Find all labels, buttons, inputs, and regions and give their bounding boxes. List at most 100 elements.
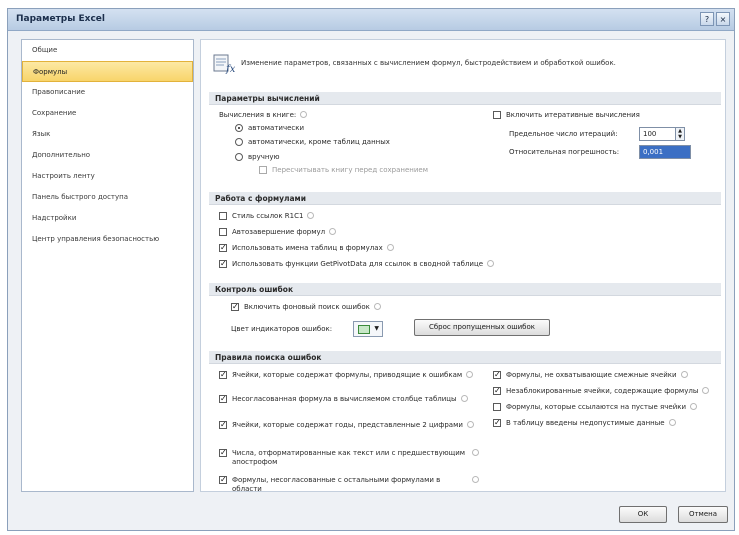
info-icon	[472, 476, 479, 483]
radio-automatic[interactable]: автоматически	[235, 124, 304, 132]
checkbox-label: Ячейки, которые содержат годы, представл…	[232, 421, 463, 429]
sidebar-item[interactable]: Панель быстрого доступа	[22, 187, 193, 208]
checkbox-label: Ячейки, которые содержат формулы, привод…	[232, 371, 463, 379]
sidebar-item[interactable]: Общие	[22, 40, 193, 61]
formulas-panel: fx Изменение параметров, связанных с выч…	[200, 39, 726, 492]
cancel-button[interactable]: Отмена	[678, 506, 728, 523]
checkbox-rule[interactable]: ✓ Числа, отформатированные как текст или …	[219, 449, 479, 467]
section-error-rules: Правила поиска ошибок	[209, 351, 721, 364]
checkbox-icon[interactable]: ✓	[219, 260, 227, 268]
checkbox-recalc-before-save[interactable]: Пересчитывать книгу перед сохранением	[259, 166, 428, 174]
sidebar-item[interactable]: Сохранение	[22, 103, 193, 124]
max-change-input[interactable]: 0,001	[639, 145, 691, 159]
radio-icon[interactable]	[235, 153, 243, 161]
checkbox-icon[interactable]	[493, 403, 501, 411]
checkbox-rule[interactable]: ✓ Формулы, не охватывающие смежные ячейки	[493, 371, 723, 379]
close-button[interactable]: ×	[716, 12, 730, 26]
checkbox-rule[interactable]: Формулы, которые ссылаются на пустые яче…	[493, 403, 723, 411]
checkbox-label: Стиль ссылок R1C1	[232, 212, 304, 220]
help-button[interactable]: ?	[700, 12, 714, 26]
checkbox-icon[interactable]: ✓	[231, 303, 239, 311]
checkbox-rule[interactable]: Автозавершение формул	[219, 228, 337, 236]
checkbox-icon[interactable]: ✓	[493, 387, 501, 395]
checkbox-iterative[interactable]: Включить итеративные вычисления	[493, 111, 640, 119]
section-calculation: Параметры вычислений	[209, 92, 721, 105]
sidebar-item[interactable]: Формулы	[22, 61, 193, 82]
checkbox-rule[interactable]: ✓ Ячейки, которые содержат формулы, приво…	[219, 371, 479, 380]
dialog-title: Параметры Excel	[16, 14, 105, 24]
checkbox-icon[interactable]: ✓	[219, 421, 227, 429]
reset-ignored-errors-button[interactable]: Сброс пропущенных ошибок	[414, 319, 550, 336]
spin-arrows-icon[interactable]: ▲ ▼	[675, 128, 684, 140]
excel-options-dialog: Параметры Excel ? × Общие Формулы Правопис…	[7, 8, 735, 531]
info-icon	[466, 421, 474, 428]
info-icon	[487, 260, 495, 267]
sidebar-item[interactable]: Правописание	[22, 82, 193, 103]
checkbox-icon[interactable]: ✓	[493, 419, 501, 427]
checkbox-label: Автозавершение формул	[232, 228, 326, 236]
max-iterations-label: Предельное число итераций:	[509, 130, 618, 138]
info-icon	[300, 111, 308, 118]
error-color-picker[interactable]: ▼	[353, 321, 383, 337]
radio-icon[interactable]	[235, 138, 243, 146]
checkbox-label: Формулы, не охватывающие смежные ячейки	[506, 371, 677, 379]
checkbox-rule[interactable]: ✓ Ячейки, которые содержат годы, представ…	[219, 421, 479, 430]
checkbox-icon[interactable]: ✓	[493, 371, 501, 379]
checkbox-label: Формулы, несогласованные с остальными фо…	[232, 476, 441, 492]
sidebar-item[interactable]: Дополнительно	[22, 145, 193, 166]
info-icon	[329, 228, 337, 235]
color-swatch-icon	[358, 325, 370, 334]
radio-manual[interactable]: вручную	[235, 153, 279, 161]
section-error-checking: Контроль ошибок	[209, 283, 721, 296]
ok-button[interactable]: ОК	[619, 506, 667, 523]
checkbox-rule[interactable]: ✓ В таблицу введены недопустимые данные	[493, 419, 723, 427]
error-color-label: Цвет индикаторов ошибок:	[231, 325, 333, 333]
info-icon	[386, 244, 394, 251]
info-icon	[668, 419, 676, 426]
checkbox-icon[interactable]: ✓	[219, 476, 227, 484]
checkbox-icon[interactable]	[219, 212, 227, 220]
info-icon	[466, 371, 474, 378]
checkbox-label: Несогласованная формула в вычисляемом ст…	[232, 395, 457, 403]
section-working-with-formulas: Работа с формулами	[209, 192, 721, 205]
checkbox-icon[interactable]	[493, 111, 501, 119]
checkbox-icon[interactable]: ✓	[219, 449, 227, 457]
intro-row: fx Изменение параметров, связанных с выч…	[213, 52, 723, 78]
radio-icon[interactable]	[235, 124, 243, 132]
sidebar-item[interactable]: Центр управления безопасностью	[22, 229, 193, 250]
checkbox-icon[interactable]	[259, 166, 267, 174]
checkbox-label: В таблицу введены недопустимые данные	[506, 419, 665, 427]
chevron-down-icon: ▼	[374, 325, 379, 332]
max-iterations-input[interactable]: 100 ▲ ▼	[639, 127, 685, 141]
checkbox-rule[interactable]: ✓ Незаблокированные ячейки, содержащие фо…	[493, 387, 723, 395]
info-icon	[680, 371, 688, 378]
checkbox-rule[interactable]: ✓ Формулы, несогласованные с остальными ф…	[219, 476, 479, 492]
info-icon	[702, 387, 710, 394]
checkbox-rule[interactable]: ✓ Несогласованная формула в вычисляемом с…	[219, 395, 479, 404]
checkbox-label: Использовать имена таблиц в формулах	[232, 244, 383, 252]
sidebar-item[interactable]: Язык	[22, 124, 193, 145]
options-sidebar: Общие Формулы Правописание Сохранение Язык До…	[21, 39, 194, 492]
checkbox-rule[interactable]: ✓ Использовать функции GetPivotData для с…	[219, 260, 495, 268]
sidebar-item[interactable]: Настроить ленту	[22, 166, 193, 187]
checkbox-rule[interactable]: ✓ Использовать имена таблиц в формулах	[219, 244, 394, 252]
checkbox-icon[interactable]	[219, 228, 227, 236]
checkbox-icon[interactable]: ✓	[219, 395, 227, 403]
info-icon	[373, 303, 381, 310]
sidebar-item[interactable]: Надстройки	[22, 208, 193, 229]
checkbox-label: Использовать функции GetPivotData для сс…	[232, 260, 484, 268]
radio-auto-except-tables[interactable]: автоматически, кроме таблиц данных	[235, 138, 390, 146]
svg-text:fx: fx	[225, 64, 235, 74]
checkbox-label: Числа, отформатированные как текст или с…	[232, 449, 466, 466]
checkbox-label: Незаблокированные ячейки, содержащие фор…	[506, 387, 699, 395]
checkbox-background-error-check[interactable]: ✓ Включить фоновый поиск ошибок	[231, 303, 381, 311]
info-icon	[460, 395, 468, 402]
info-icon	[690, 403, 698, 410]
workbook-calc-label: Вычисления в книге:	[219, 111, 308, 119]
title-bar: Параметры Excel ? ×	[8, 9, 734, 31]
checkbox-icon[interactable]: ✓	[219, 244, 227, 252]
checkbox-label: Формулы, которые ссылаются на пустые яче…	[506, 403, 687, 411]
checkbox-rule[interactable]: Стиль ссылок R1C1	[219, 212, 315, 220]
max-change-label: Относительная погрешность:	[509, 148, 620, 156]
checkbox-icon[interactable]: ✓	[219, 371, 227, 379]
